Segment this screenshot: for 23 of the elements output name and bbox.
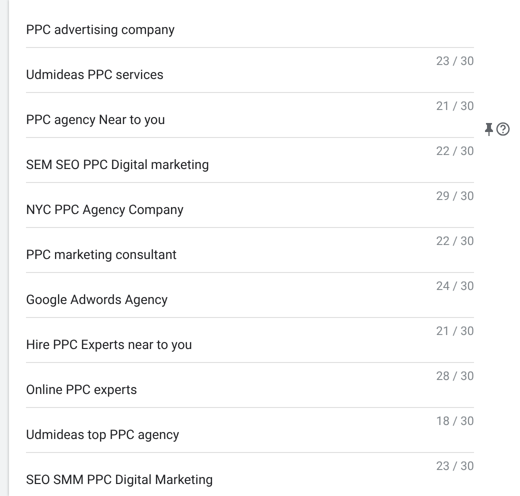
headline-text: PPC advertising company — [26, 23, 176, 39]
character-count: 28 / 30 — [436, 369, 474, 383]
character-count: 22 / 30 — [436, 144, 474, 158]
help-icon[interactable] — [496, 122, 510, 136]
headline-text: Udmideas top PPC agency — [26, 428, 180, 444]
headline-text: PPC agency Near to you — [26, 113, 166, 129]
headline-text: Google Adwords Agency — [26, 293, 169, 309]
headline-text: NYC PPC Agency Company — [26, 203, 185, 219]
headline-text: SEO SMM PPC Digital Marketing — [26, 473, 214, 489]
pin-icon[interactable] — [485, 122, 493, 136]
character-count: 23 / 30 — [436, 459, 474, 473]
character-count: 24 / 30 — [436, 279, 474, 293]
headline-text: Online PPC experts — [26, 383, 138, 399]
headline-text: PPC marketing consultant — [26, 248, 178, 264]
headline-text: SEM SEO PPC Digital marketing — [26, 158, 210, 174]
character-count: 29 / 30 — [436, 189, 474, 203]
character-count: 22 / 30 — [436, 234, 474, 248]
character-count: 21 / 30 — [436, 324, 474, 338]
character-count: 21 / 30 — [436, 99, 474, 113]
headline-text: Hire PPC Experts near to you — [26, 338, 194, 354]
character-count: 23 / 30 — [436, 54, 474, 68]
headline-text: Udmideas PPC services — [26, 68, 165, 84]
character-count: 18 / 30 — [436, 414, 474, 428]
